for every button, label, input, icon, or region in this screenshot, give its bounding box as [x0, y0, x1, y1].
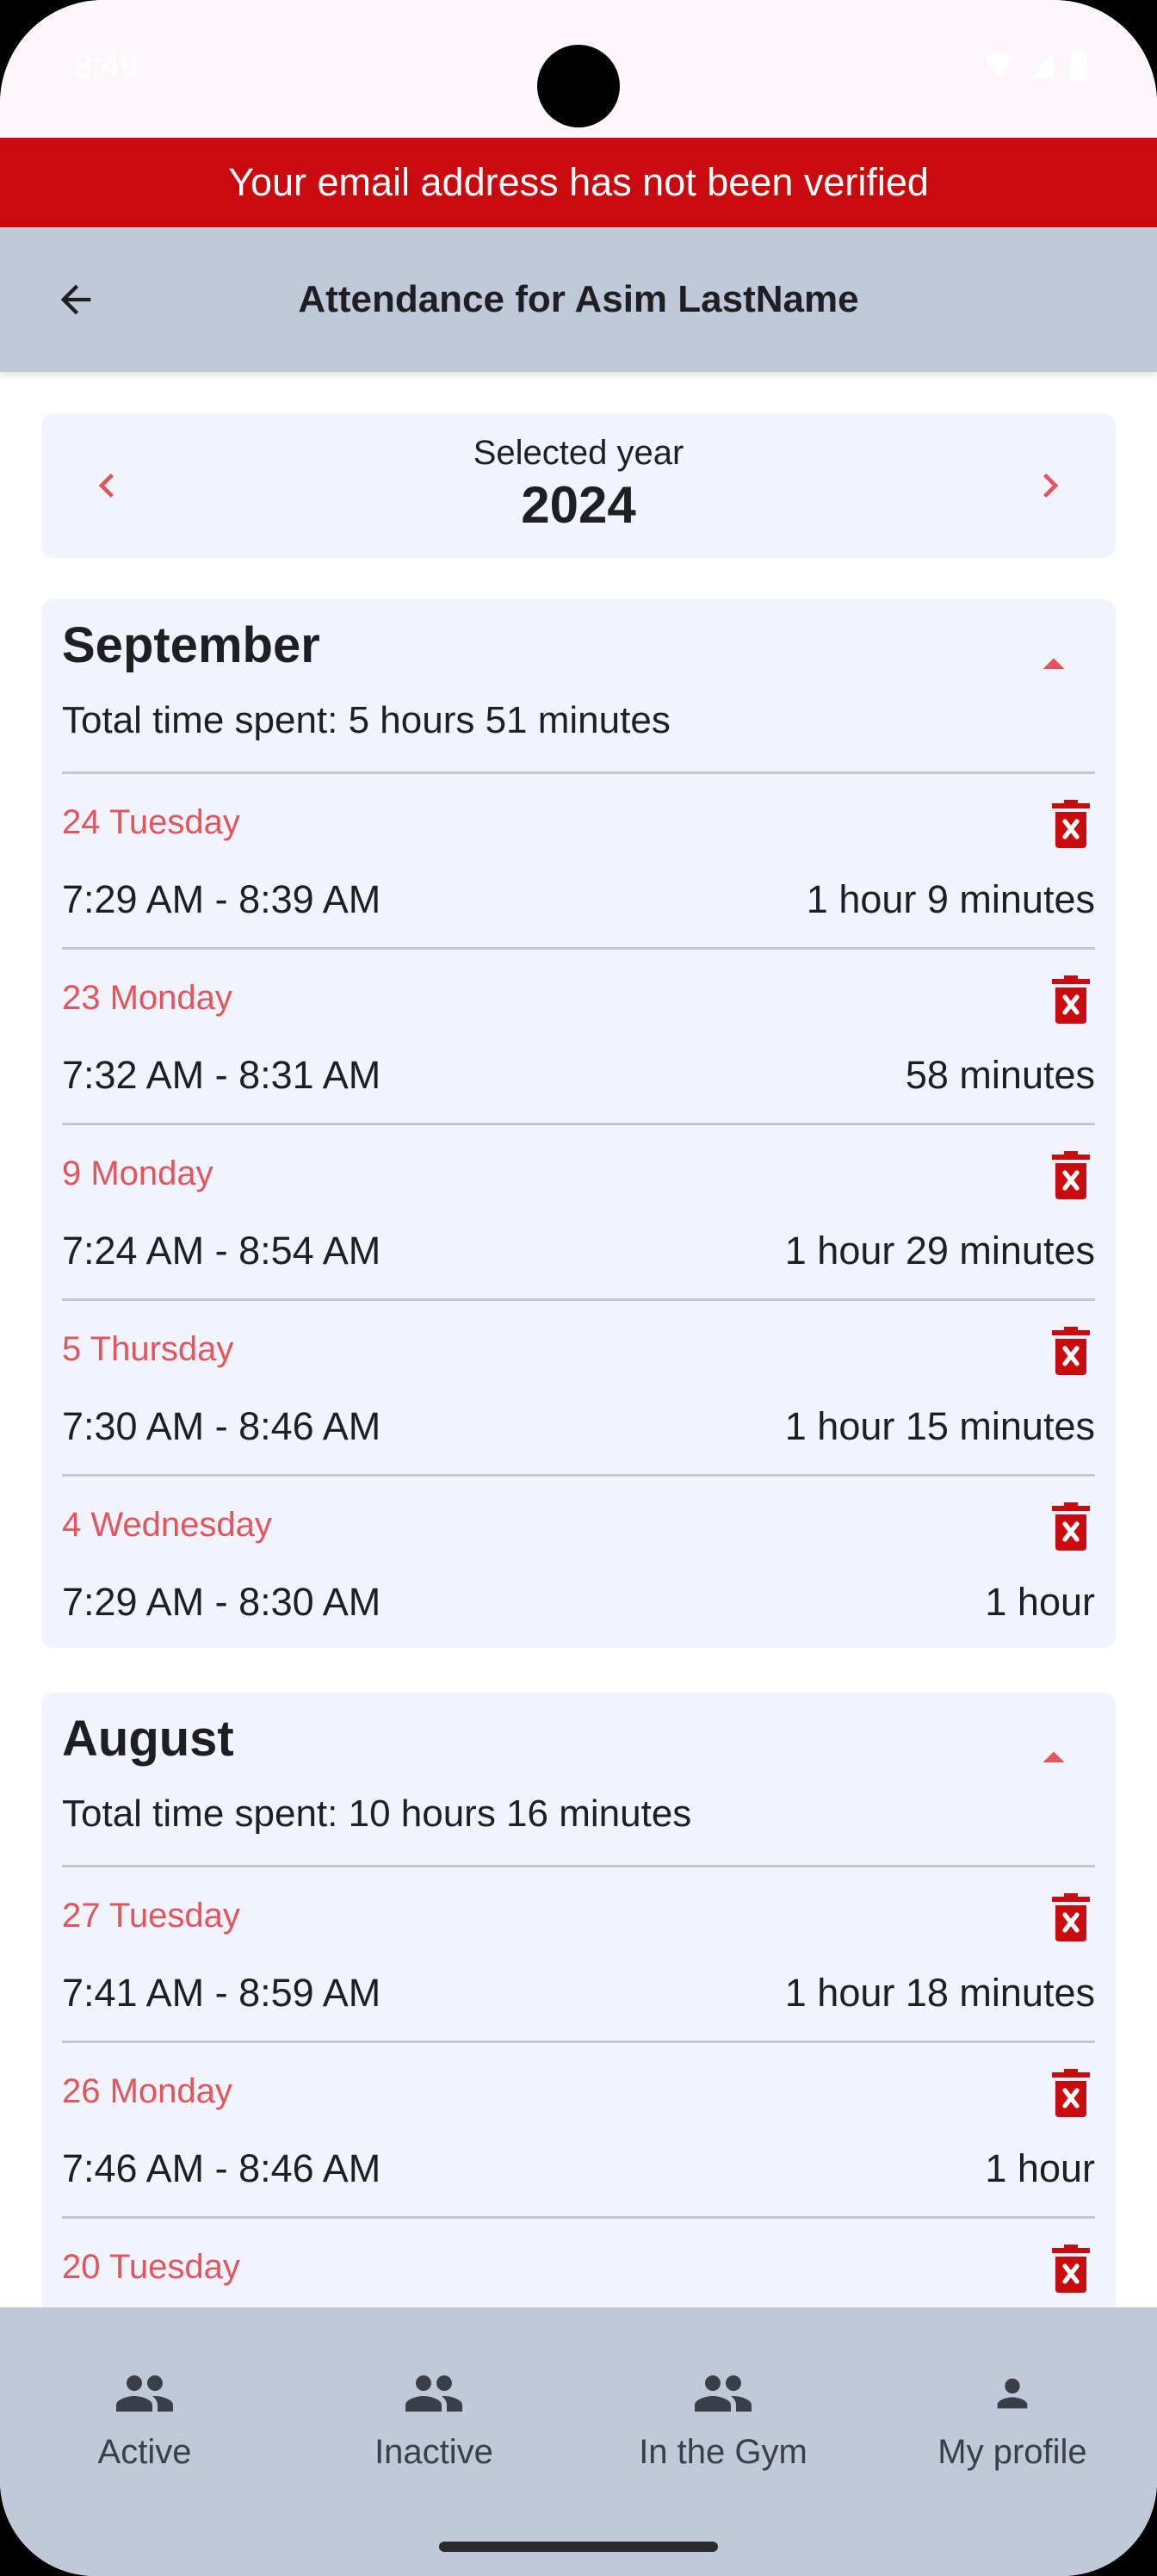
nav-label: My profile: [937, 2433, 1087, 2471]
next-year-button[interactable]: [1009, 444, 1092, 527]
phone-screen: 8:49 Your email address has not been ver…: [0, 0, 1157, 2576]
entry-day: 24 Tuesday: [62, 803, 240, 841]
gesture-handle[interactable]: [439, 2542, 718, 2552]
battery-icon: [1070, 50, 1087, 81]
delete-forever-icon: [1052, 800, 1090, 848]
selected-year: 2024: [521, 476, 636, 534]
group-icon: [110, 2368, 179, 2419]
group-icon: [399, 2368, 468, 2419]
status-icons: [983, 50, 1088, 81]
arrow-drop-up-icon: [1043, 658, 1065, 669]
entry-time-range: 7:29 AM - 8:30 AM: [62, 1580, 381, 1624]
arrow-drop-up-icon: [1043, 1751, 1065, 1762]
entry-day: 26 Monday: [62, 2072, 232, 2110]
month-name: August: [62, 1711, 234, 1767]
month-card-september: September Total time spent: 5 hours 51 m…: [41, 599, 1116, 1648]
collapse-month-button[interactable]: [1012, 1717, 1095, 1799]
email-not-verified-banner: Your email address has not been verified: [0, 138, 1157, 227]
arrow-back-icon: [60, 284, 91, 315]
delete-entry-button[interactable]: [1045, 1320, 1097, 1382]
banner-text: Your email address has not been verified: [228, 160, 929, 204]
entry-day: 4 Wednesday: [62, 1506, 272, 1544]
chevron-right-icon: [1043, 474, 1059, 498]
entry-day: 9 Monday: [62, 1155, 213, 1192]
delete-entry-button[interactable]: [1045, 2238, 1097, 2300]
app-bar: Attendance for Asim LastName: [0, 227, 1157, 372]
group-icon: [689, 2368, 758, 2419]
entry-time-range: 7:29 AM - 8:39 AM: [62, 877, 381, 921]
attendance-entry: 4 Wednesday 7:29 AM - 8:30 AM 1 hour: [62, 1474, 1095, 1652]
wifi-icon: [984, 53, 1015, 77]
entry-time-range: 7:46 AM - 8:46 AM: [62, 2146, 381, 2190]
status-time: 8:49: [74, 48, 138, 84]
nav-item-inactive[interactable]: Inactive: [289, 2349, 578, 2471]
attendance-entry: 24 Tuesday 7:29 AM - 8:39 AM 1 hour 9 mi…: [62, 771, 1095, 950]
nav-item-active[interactable]: Active: [0, 2349, 289, 2471]
attendance-entry: 23 Monday 7:32 AM - 8:31 AM 58 minutes: [62, 947, 1095, 1125]
entry-day: 27 Tuesday: [62, 1897, 240, 1935]
attendance-entry: 26 Monday 7:46 AM - 8:46 AM 1 hour: [62, 2040, 1095, 2219]
delete-entry-button[interactable]: [1045, 2062, 1097, 2124]
entry-duration: 1 hour 9 minutes: [806, 877, 1095, 921]
delete-forever-icon: [1052, 1151, 1090, 1199]
status-bar: 8:49: [0, 0, 1157, 138]
entry-duration: 1 hour: [985, 2146, 1095, 2190]
delete-forever-icon: [1052, 1327, 1090, 1375]
month-total: Total time spent: 10 hours 16 minutes: [62, 1793, 692, 1835]
month-total: Total time spent: 5 hours 51 minutes: [62, 699, 671, 741]
page-title: Attendance for Asim LastName: [298, 278, 859, 320]
entry-time-range: 7:24 AM - 8:54 AM: [62, 1229, 381, 1273]
delete-entry-button[interactable]: [1045, 1495, 1097, 1557]
year-label: Selected year: [473, 434, 684, 472]
attendance-list[interactable]: Selected year 2024 September Total time …: [0, 372, 1157, 2307]
entry-time-range: 7:30 AM - 8:46 AM: [62, 1404, 381, 1448]
attendance-entry: 27 Tuesday 7:41 AM - 8:59 AM 1 hour 18 m…: [62, 1865, 1095, 2043]
camera-cutout: [537, 45, 620, 127]
month-card-august: August Total time spent: 10 hours 16 min…: [41, 1693, 1116, 2307]
delete-forever-icon: [1052, 1893, 1090, 1941]
entry-time-range: 7:32 AM - 8:31 AM: [62, 1053, 381, 1097]
entry-day: 23 Monday: [62, 979, 232, 1017]
nav-item-in-the-gym[interactable]: In the Gym: [578, 2349, 868, 2471]
entry-time-range: 7:41 AM - 8:59 AM: [62, 1971, 381, 2015]
delete-entry-button[interactable]: [1045, 969, 1097, 1031]
attendance-entry: 20 Tuesday: [62, 2216, 1095, 2307]
month-name: September: [62, 617, 320, 673]
back-button[interactable]: [34, 258, 117, 341]
bottom-navigation: Active Inactive In the Gym My profile: [0, 2307, 1157, 2576]
entry-duration: 1 hour 29 minutes: [784, 1229, 1095, 1273]
signal-icon: [1031, 53, 1054, 77]
collapse-month-button[interactable]: [1012, 623, 1095, 706]
delete-entry-button[interactable]: [1045, 1886, 1097, 1948]
delete-forever-icon: [1052, 2069, 1090, 2117]
year-selector: Selected year 2024: [41, 413, 1116, 558]
entry-duration: 1 hour 18 minutes: [784, 1971, 1095, 2015]
delete-forever-icon: [1052, 975, 1090, 1024]
nav-label: Active: [97, 2433, 192, 2471]
entry-duration: 58 minutes: [905, 1053, 1095, 1097]
delete-forever-icon: [1052, 1502, 1090, 1551]
entry-duration: 1 hour 15 minutes: [784, 1404, 1095, 1448]
nav-item-my-profile[interactable]: My profile: [868, 2349, 1157, 2471]
nav-label: Inactive: [374, 2433, 493, 2471]
delete-entry-button[interactable]: [1045, 1144, 1097, 1206]
nav-label: In the Gym: [639, 2433, 807, 2471]
person-icon: [978, 2368, 1047, 2419]
entry-duration: 1 hour: [985, 1580, 1095, 1624]
entry-day: 5 Thursday: [62, 1330, 234, 1368]
delete-entry-button[interactable]: [1045, 793, 1097, 855]
entry-day: 20 Tuesday: [62, 2248, 240, 2286]
attendance-entry: 5 Thursday 7:30 AM - 8:46 AM 1 hour 15 m…: [62, 1298, 1095, 1477]
delete-forever-icon: [1052, 2245, 1090, 2293]
attendance-entry: 9 Monday 7:24 AM - 8:54 AM 1 hour 29 min…: [62, 1123, 1095, 1301]
